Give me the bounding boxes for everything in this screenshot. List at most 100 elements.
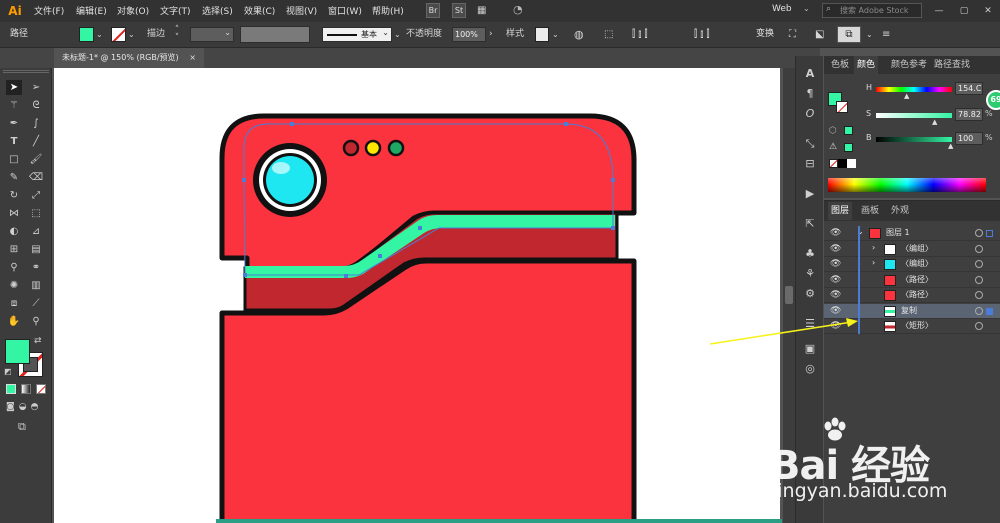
layer-name[interactable]: 〈路径〉: [901, 289, 933, 300]
menu-object[interactable]: 对象(O): [117, 4, 149, 17]
chevron-right-icon[interactable]: ›: [489, 26, 493, 43]
artwork-device[interactable]: [54, 68, 780, 523]
shaper-tool-icon[interactable]: ✎: [6, 170, 22, 185]
gradient-tool-icon[interactable]: ▤: [28, 242, 44, 257]
align-panel-icon[interactable]: ⊟: [799, 154, 821, 174]
isolate-icon[interactable]: ⛶: [789, 26, 796, 43]
selection-indicator-icon[interactable]: [986, 307, 993, 315]
artboard-tool-icon[interactable]: ⧈: [6, 296, 22, 311]
target-circle-icon[interactable]: [975, 275, 983, 284]
opacity-input[interactable]: 100%: [452, 27, 486, 42]
stroke-weight-input[interactable]: ⌄: [190, 27, 234, 42]
variable-width-profile[interactable]: [240, 26, 310, 43]
rectangle-tool-icon[interactable]: □: [6, 152, 22, 167]
expand-toggle-icon[interactable]: ›: [872, 243, 875, 252]
visibility-eye-icon[interactable]: 👁: [830, 259, 841, 269]
stock-search-input[interactable]: ⌕ 搜索 Adobe Stock: [822, 3, 922, 18]
menu-effect[interactable]: 效果(C): [244, 4, 275, 17]
transparency-panel-icon[interactable]: ◎: [799, 359, 821, 379]
layer-row[interactable]: 👁 ⌄ 图层 1: [824, 226, 1000, 241]
layer-row[interactable]: 👁 › 〈编组〉: [824, 242, 1000, 257]
layer-row[interactable]: 👁 〈路径〉: [824, 273, 1000, 288]
brush-dropdown-icon[interactable]: ⌄: [394, 26, 401, 43]
align-vertical-icons[interactable]: ⫿⫾⫿: [694, 26, 713, 43]
websafe-swatch[interactable]: [844, 126, 853, 135]
close-window-button[interactable]: ✕: [979, 2, 997, 20]
blend-tool-icon[interactable]: ⚭: [28, 260, 44, 275]
brightness-slider-handle[interactable]: ▲: [948, 142, 953, 150]
menu-file[interactable]: 文件(F): [34, 4, 64, 17]
arrange-dropdown-icon[interactable]: ⌄: [866, 26, 873, 43]
stock-button[interactable]: St: [452, 3, 466, 18]
visibility-eye-icon[interactable]: 👁: [830, 275, 841, 285]
symbol-sprayer-tool-icon[interactable]: ✺: [6, 278, 22, 293]
export-panel-icon[interactable]: ⇱: [799, 214, 821, 234]
visibility-eye-icon[interactable]: 👁: [830, 228, 841, 238]
gpu-performance-icon[interactable]: ◔: [513, 2, 529, 18]
brush-definition[interactable]: 基本 ⌄: [322, 27, 392, 42]
edit-group-icon[interactable]: ⬕: [815, 26, 824, 43]
align-to-icon[interactable]: ⬚: [604, 26, 613, 43]
layer-name[interactable]: 复制: [901, 305, 917, 316]
slice-tool-icon[interactable]: ⟋: [28, 296, 44, 311]
layer-row[interactable]: 👁 〈路径〉: [824, 288, 1000, 303]
menu-edit[interactable]: 编辑(E): [76, 4, 107, 17]
tab-layers[interactable]: 图层: [828, 202, 853, 220]
minimize-button[interactable]: —: [930, 2, 948, 20]
recolor-artwork-icon[interactable]: ◍: [574, 26, 584, 43]
target-circle-icon[interactable]: [975, 244, 983, 253]
paragraph-panel-icon[interactable]: ¶: [799, 84, 821, 104]
target-circle-icon[interactable]: [975, 306, 983, 315]
symbols-panel-icon[interactable]: ♣: [799, 244, 821, 264]
visibility-eye-icon[interactable]: 👁: [830, 290, 841, 300]
zoom-tool-icon[interactable]: ⚲: [28, 314, 44, 329]
restore-button[interactable]: ▢: [955, 2, 973, 20]
eraser-tool-icon[interactable]: ⌫: [28, 170, 44, 185]
character-panel-icon[interactable]: A: [799, 64, 821, 84]
tab-pathfinder[interactable]: 路径查找: [931, 56, 973, 74]
color-mode-icon[interactable]: [6, 384, 16, 394]
scrollbar-thumb[interactable]: [785, 286, 793, 304]
color-stroke-swatch[interactable]: [836, 101, 848, 113]
arrange-documents-icon[interactable]: ▦: [477, 3, 493, 18]
type-tool-icon[interactable]: T: [6, 134, 22, 149]
fill-color-box[interactable]: [5, 339, 30, 364]
width-tool-icon[interactable]: ⋈: [6, 206, 22, 221]
saturation-slider[interactable]: [876, 113, 952, 118]
layer-name[interactable]: 〈编组〉: [901, 258, 933, 269]
perspective-grid-tool-icon[interactable]: ⊿: [28, 224, 44, 239]
opacity-label[interactable]: 不透明度: [406, 26, 442, 43]
menu-view[interactable]: 视图(V): [286, 4, 317, 17]
default-colors-icon[interactable]: ◩: [4, 367, 12, 376]
menu-type[interactable]: 文字(T): [160, 4, 191, 17]
target-circle-icon[interactable]: [975, 260, 983, 268]
selection-tool-icon[interactable]: ➤: [6, 80, 22, 95]
white-swatch[interactable]: [847, 159, 856, 168]
target-circle-icon[interactable]: [975, 322, 983, 330]
tab-color-guide[interactable]: 颜色参考: [888, 56, 930, 74]
tab-appearance[interactable]: 外观: [888, 202, 912, 220]
opentype-panel-icon[interactable]: O: [799, 104, 821, 124]
layer-name[interactable]: 图层 1: [886, 227, 910, 238]
rotate-tool-icon[interactable]: ↻: [6, 188, 22, 203]
graphic-styles-panel-icon[interactable]: ⚙: [799, 284, 821, 304]
column-graph-tool-icon[interactable]: ▥: [28, 278, 44, 293]
drawing-modes-icon[interactable]: ◙◒◓: [6, 402, 42, 412]
stroke-dropdown-icon[interactable]: ⌄: [128, 26, 135, 43]
brightness-slider[interactable]: [876, 137, 952, 142]
target-circle-icon[interactable]: [975, 229, 983, 237]
paintbrush-tool-icon[interactable]: 🖌: [28, 152, 44, 167]
stroke-swatch[interactable]: [111, 27, 126, 42]
saturation-input[interactable]: 78.82: [955, 108, 983, 121]
menu-more-icon[interactable]: ≡: [882, 26, 890, 43]
magic-wand-tool-icon[interactable]: ⚚: [6, 98, 22, 113]
fill-dropdown-icon[interactable]: ⌄: [96, 26, 103, 43]
target-circle-icon[interactable]: [975, 291, 983, 299]
hue-slider-handle[interactable]: ▲: [904, 92, 909, 100]
bridge-button[interactable]: Br: [426, 3, 440, 18]
free-transform-tool-icon[interactable]: ⬚: [28, 206, 44, 221]
actions-panel-icon[interactable]: ▶: [799, 184, 821, 204]
transform-panel-icon[interactable]: ⤡: [799, 134, 821, 154]
brightness-input[interactable]: 100: [955, 132, 983, 145]
swap-colors-icon[interactable]: ⇄: [34, 336, 42, 346]
